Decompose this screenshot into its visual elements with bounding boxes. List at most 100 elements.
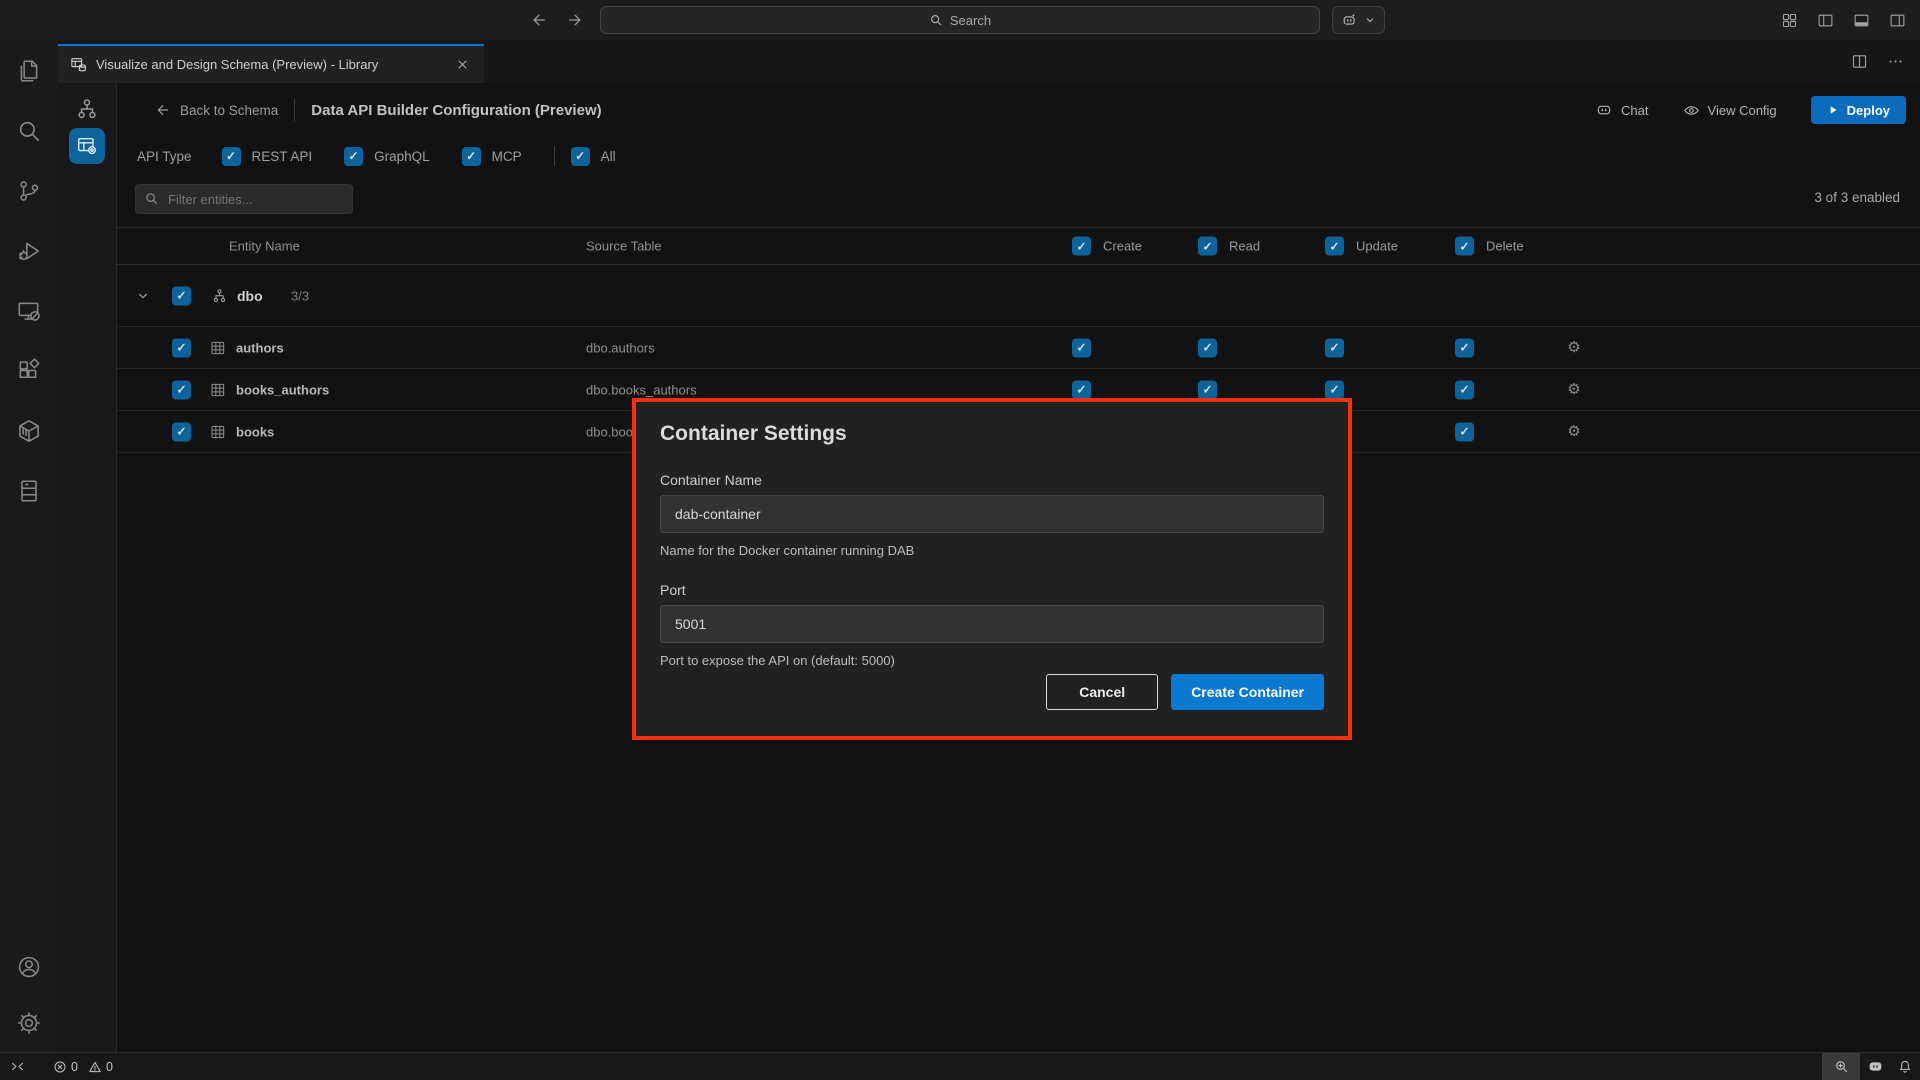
checkbox-authors-update[interactable] xyxy=(1325,338,1344,357)
tab-visualize-design-schema[interactable]: Visualize and Design Schema (Preview) - … xyxy=(58,44,484,83)
checkbox-authors-read[interactable] xyxy=(1198,338,1217,357)
chat-button[interactable]: Chat xyxy=(1595,101,1648,119)
schema-group-row[interactable]: dbo 3/3 xyxy=(117,265,1920,327)
checkbox-delete-all[interactable] xyxy=(1455,237,1474,256)
extensions-icon[interactable] xyxy=(14,356,44,386)
search-sidebar-icon[interactable] xyxy=(14,116,44,146)
filter-entities-input[interactable] xyxy=(135,184,353,214)
error-count: 0 xyxy=(71,1060,78,1074)
chat-label: Chat xyxy=(1621,103,1648,118)
port-label: Port xyxy=(660,582,686,598)
entity-settings-gear-icon[interactable] xyxy=(1563,379,1585,401)
notifications-bell-icon[interactable] xyxy=(1890,1053,1920,1080)
settings-gear-icon[interactable] xyxy=(14,1008,44,1038)
nav-forward-icon[interactable] xyxy=(564,9,586,31)
command-search-box[interactable]: Search xyxy=(600,6,1320,34)
customize-layout-icon[interactable] xyxy=(1778,9,1800,31)
title-bar: Search xyxy=(0,0,1920,40)
tab-bar: Visualize and Design Schema (Preview) - … xyxy=(58,40,1920,83)
run-debug-icon[interactable] xyxy=(14,236,44,266)
warning-count: 0 xyxy=(106,1060,113,1074)
nav-back-icon[interactable] xyxy=(528,9,550,31)
checkbox-dbo-group[interactable] xyxy=(172,286,191,305)
checkbox-rest-api[interactable] xyxy=(222,147,241,166)
modal-title: Container Settings xyxy=(660,422,847,446)
checkbox-authors-create[interactable] xyxy=(1072,338,1091,357)
activity-bar xyxy=(0,40,58,1052)
read-column-label: Read xyxy=(1229,239,1260,254)
delete-column-label: Delete xyxy=(1486,239,1524,254)
checkbox-books-authors-delete[interactable] xyxy=(1455,380,1474,399)
toggle-secondary-sidebar-icon[interactable] xyxy=(1886,9,1908,31)
explorer-files-icon[interactable] xyxy=(14,56,44,86)
enabled-summary: 3 of 3 enabled xyxy=(1814,190,1900,205)
back-to-schema-link[interactable]: Back to Schema xyxy=(155,102,278,118)
schema-group-name: dbo xyxy=(237,288,263,304)
toggle-sidebar-icon[interactable] xyxy=(1814,9,1836,31)
schema-icon xyxy=(211,287,228,304)
page-header: Back to Schema Data API Builder Configur… xyxy=(117,83,1920,137)
tab-close-icon[interactable] xyxy=(452,55,472,75)
search-icon xyxy=(929,13,943,27)
more-actions-icon[interactable] xyxy=(1884,51,1906,73)
checkbox-books-delete[interactable] xyxy=(1455,422,1474,441)
checkbox-books-authors-read[interactable] xyxy=(1198,380,1217,399)
toggle-panel-icon[interactable] xyxy=(1850,9,1872,31)
checkbox-books-authors-create[interactable] xyxy=(1072,380,1091,399)
checkbox-mcp[interactable] xyxy=(462,147,481,166)
update-column-label: Update xyxy=(1356,239,1398,254)
source-control-icon[interactable] xyxy=(14,176,44,206)
checkbox-authors-delete[interactable] xyxy=(1455,338,1474,357)
view-config-button[interactable]: View Config xyxy=(1683,102,1777,119)
deploy-button[interactable]: Deploy xyxy=(1811,96,1906,124)
checkbox-all-apis[interactable] xyxy=(571,147,590,166)
cancel-button[interactable]: Cancel xyxy=(1046,674,1158,710)
split-editor-icon[interactable] xyxy=(1848,51,1870,73)
checkbox-row-books[interactable] xyxy=(172,422,191,441)
checkbox-row-books-authors[interactable] xyxy=(172,380,191,399)
eye-icon xyxy=(1683,102,1700,119)
deploy-label: Deploy xyxy=(1847,103,1890,118)
copilot-icon xyxy=(1595,101,1613,119)
schema-visualize-view-icon[interactable] xyxy=(72,95,102,123)
create-container-button[interactable]: Create Container xyxy=(1171,674,1324,710)
copilot-menu-button[interactable] xyxy=(1332,6,1385,34)
chevron-down-icon xyxy=(1364,14,1376,26)
table-row-authors[interactable]: authors dbo.authors xyxy=(117,327,1920,369)
containers-icon[interactable] xyxy=(14,416,44,446)
container-name-label: Container Name xyxy=(660,472,762,488)
error-icon xyxy=(53,1060,67,1074)
header-divider xyxy=(294,99,295,121)
dab-config-view-icon[interactable] xyxy=(69,128,105,164)
status-bar: 0 0 xyxy=(0,1052,1920,1080)
remote-indicator-icon[interactable] xyxy=(0,1053,33,1080)
table-grid-icon xyxy=(210,382,226,398)
port-help: Port to expose the API on (default: 5000… xyxy=(660,653,895,668)
entity-name: books_authors xyxy=(236,382,329,397)
checkbox-read-all[interactable] xyxy=(1198,237,1217,256)
copilot-status-icon[interactable] xyxy=(1860,1053,1890,1080)
checkbox-books-authors-update[interactable] xyxy=(1325,380,1344,399)
checkbox-row-authors[interactable] xyxy=(172,338,191,357)
arrow-left-icon xyxy=(155,102,171,118)
container-name-input[interactable] xyxy=(660,495,1324,533)
entity-settings-gear-icon[interactable] xyxy=(1563,421,1585,443)
schema-view-strip xyxy=(58,83,117,1052)
problems-indicator[interactable]: 0 0 xyxy=(47,1053,125,1080)
checkbox-graphql[interactable] xyxy=(344,147,363,166)
chevron-down-icon[interactable] xyxy=(135,288,151,304)
account-icon[interactable] xyxy=(14,952,44,982)
checkbox-update-all[interactable] xyxy=(1325,237,1344,256)
port-input[interactable] xyxy=(660,605,1324,643)
container-settings-modal: Container Settings Container Name Name f… xyxy=(632,398,1352,740)
entity-settings-gear-icon[interactable] xyxy=(1563,337,1585,359)
database-project-icon[interactable] xyxy=(14,476,44,506)
checkbox-create-all[interactable] xyxy=(1072,237,1091,256)
remote-explorer-icon[interactable] xyxy=(14,296,44,326)
entities-table-header: Entity Name Source Table Create Read Upd… xyxy=(117,227,1920,265)
entity-name: authors xyxy=(236,340,284,355)
mcp-label: MCP xyxy=(492,149,522,164)
container-name-help: Name for the Docker container running DA… xyxy=(660,543,914,558)
view-config-label: View Config xyxy=(1708,103,1777,118)
zoom-status-icon[interactable] xyxy=(1822,1053,1860,1080)
